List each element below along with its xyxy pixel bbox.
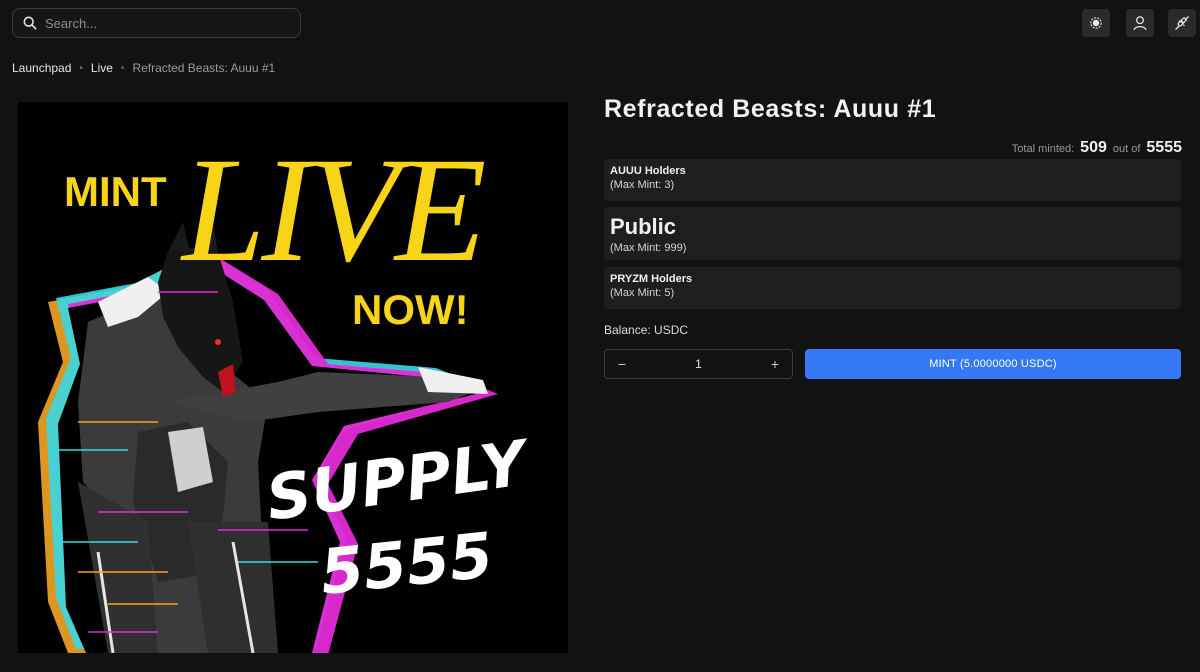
artwork-illustration: MINT LIVE NOW! SUPPLY 5555	[18, 102, 568, 653]
tier-auuu-holders[interactable]: AUUU Holders (Max Mint: 3)	[604, 159, 1181, 201]
minted-counter: Total minted: 509 out of 5555	[1012, 139, 1182, 157]
tier-public[interactable]: Public (Max Mint: 999)	[604, 207, 1181, 260]
out-of-label: out of	[1112, 143, 1141, 155]
tier-max-mint: (Max Mint: 3)	[610, 179, 675, 191]
quantity-value[interactable]: 1	[695, 357, 702, 371]
minted-label: Total minted:	[1011, 143, 1075, 155]
minted-count: 509	[1080, 139, 1107, 156]
connect-wallet-button[interactable]	[1168, 9, 1196, 37]
breadcrumb: Launchpad • Live • Refracted Beasts: Auu…	[12, 60, 275, 76]
hero-live-text: LIVE	[180, 127, 485, 293]
settings-button[interactable]	[1082, 9, 1110, 37]
collection-artwork: MINT LIVE NOW! SUPPLY 5555	[18, 102, 568, 653]
balance-label: Balance: USDC	[604, 323, 689, 337]
increment-button[interactable]: +	[768, 356, 782, 372]
total-supply: 5555	[1146, 139, 1182, 156]
quantity-stepper: − 1 +	[604, 349, 793, 379]
top-bar	[0, 0, 1200, 46]
breadcrumb-separator: •	[79, 62, 83, 74]
collection-title: Refracted Beasts: Auuu #1	[604, 95, 937, 123]
tier-max-mint: (Max Mint: 999)	[610, 242, 687, 254]
breadcrumb-launchpad[interactable]: Launchpad	[12, 61, 71, 75]
settings-icon	[1090, 17, 1102, 29]
search-box[interactable]	[12, 8, 301, 38]
tier-pryzm-holders[interactable]: PRYZM Holders (Max Mint: 5)	[604, 267, 1181, 309]
breadcrumb-separator: •	[120, 62, 125, 74]
search-input[interactable]	[45, 15, 285, 31]
tier-name: Public	[610, 214, 677, 239]
tier-max-mint: (Max Mint: 5)	[610, 287, 675, 299]
tier-name: AUUU Holders	[610, 165, 686, 177]
breadcrumb-live[interactable]: Live	[91, 61, 113, 75]
hero-mint-text: MINT	[64, 168, 167, 215]
hero-now-text: NOW!	[352, 286, 469, 333]
mint-button[interactable]: MINT (5.0000000 USDC)	[805, 349, 1181, 379]
breadcrumb-current: Refracted Beasts: Auuu #1	[132, 61, 276, 75]
user-icon	[1133, 16, 1147, 31]
profile-button[interactable]	[1126, 9, 1154, 37]
connect-wallet-icon	[1175, 16, 1189, 30]
decrement-button[interactable]: −	[615, 356, 629, 372]
tier-name: PRYZM Holders	[610, 273, 693, 285]
search-icon	[23, 16, 37, 30]
